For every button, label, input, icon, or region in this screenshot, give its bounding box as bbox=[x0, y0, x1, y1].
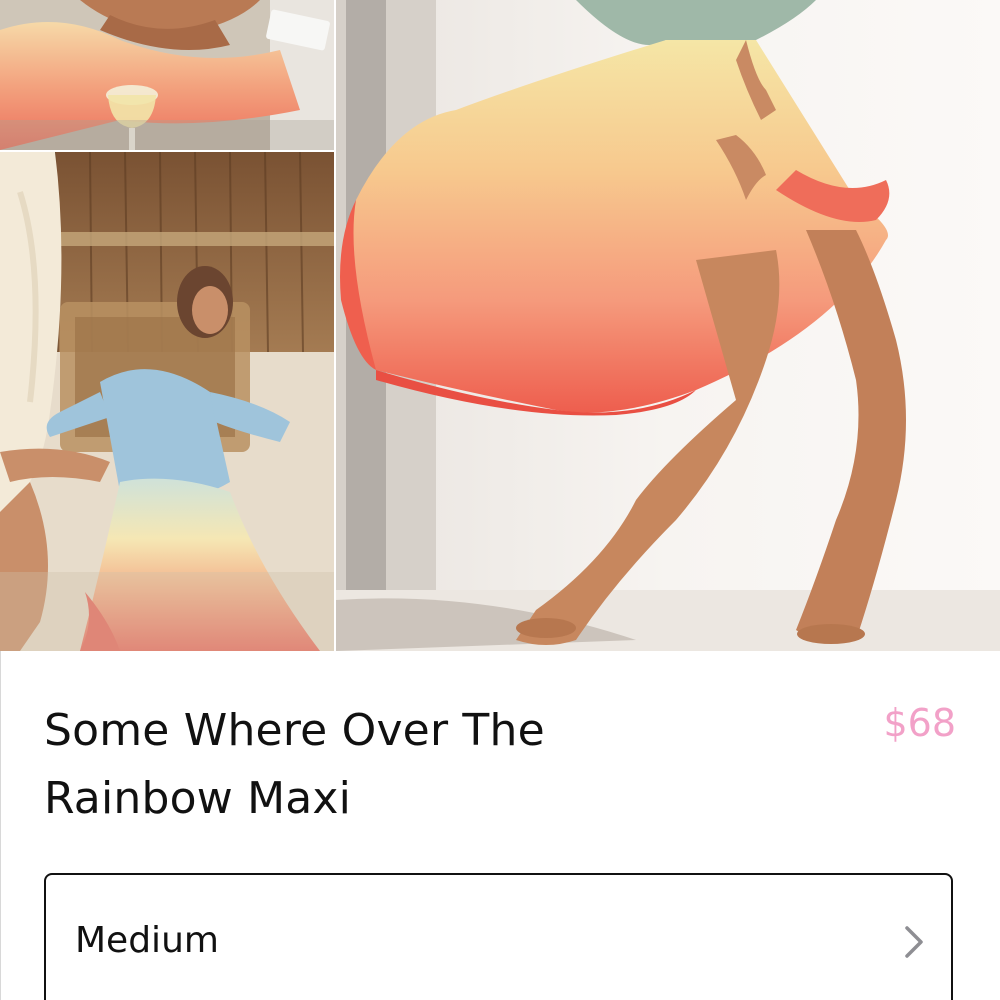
chevron-right-icon bbox=[903, 925, 925, 959]
size-selected-value: Medium bbox=[75, 920, 219, 961]
size-selector[interactable]: Medium bbox=[44, 873, 953, 1000]
photo-chair-art bbox=[0, 152, 334, 651]
product-photo-main[interactable] bbox=[336, 0, 1000, 651]
product-price: $68 bbox=[883, 701, 956, 745]
page-edge bbox=[0, 651, 1, 1000]
collage-divider-vertical bbox=[334, 0, 336, 651]
product-title: Some Where Over The Rainbow Maxi bbox=[44, 705, 545, 824]
collage-divider-horizontal bbox=[0, 150, 334, 152]
photo-main-art bbox=[336, 0, 1000, 651]
photo-seated-drink-art bbox=[0, 0, 334, 150]
product-photo-collage[interactable] bbox=[0, 0, 1000, 651]
product-photo-seated-drink[interactable] bbox=[0, 0, 334, 150]
product-photo-chair[interactable] bbox=[0, 152, 334, 651]
product-listing-page: Some Where Over The Rainbow Maxi $68 Med… bbox=[0, 0, 1000, 1000]
